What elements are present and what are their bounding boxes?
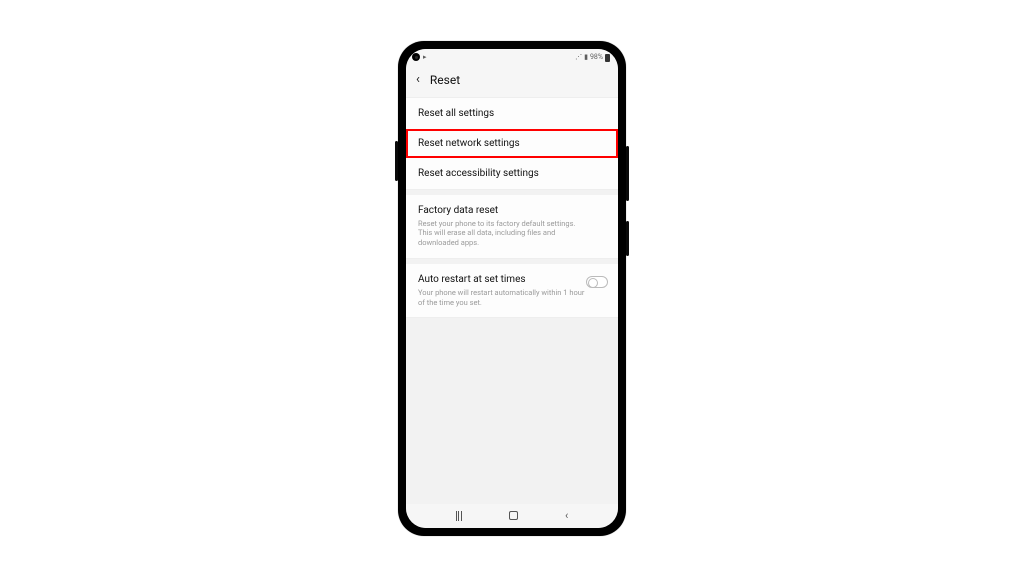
nav-back-icon[interactable]: ‹	[565, 509, 568, 522]
app-bar: ‹ Reset	[406, 65, 618, 98]
item-label: Auto restart at set times	[418, 274, 606, 285]
back-icon[interactable]: ‹	[416, 73, 420, 86]
signal-icon: ▮	[584, 53, 588, 61]
status-bar: ▸ ⋰ ▮ 98%	[406, 49, 618, 65]
auto-restart-toggle[interactable]	[586, 276, 608, 288]
wifi-icon: ⋰	[575, 53, 582, 61]
screen: ▸ ⋰ ▮ 98% ‹ Reset Reset all settings Res…	[406, 49, 618, 528]
nav-recents-icon[interactable]	[456, 511, 462, 521]
item-reset-network-settings[interactable]: Reset network settings	[406, 129, 618, 158]
page-title: Reset	[430, 73, 460, 87]
item-reset-accessibility-settings[interactable]: Reset accessibility settings	[406, 158, 618, 189]
side-button-power	[626, 221, 629, 256]
item-auto-restart[interactable]: Auto restart at set times Your phone wil…	[406, 264, 618, 318]
item-label: Reset accessibility settings	[418, 168, 606, 179]
navigation-bar: ‹	[406, 504, 618, 528]
item-factory-data-reset[interactable]: Factory data reset Reset your phone to i…	[406, 195, 618, 258]
item-description: Your phone will restart automatically wi…	[418, 288, 588, 308]
side-button-volume	[626, 146, 629, 201]
item-label: Factory data reset	[418, 205, 606, 216]
punch-hole-camera	[412, 53, 420, 61]
battery-pct: 98%	[590, 53, 603, 61]
item-label: Reset network settings	[418, 138, 606, 149]
phone-frame: ▸ ⋰ ▮ 98% ‹ Reset Reset all settings Res…	[398, 41, 626, 536]
item-label: Reset all settings	[418, 108, 606, 119]
side-button-left	[395, 141, 398, 181]
nav-home-icon[interactable]	[509, 511, 518, 520]
settings-list: Reset all settings Reset network setting…	[406, 98, 618, 504]
item-description: Reset your phone to its factory default …	[418, 219, 588, 248]
call-icon: ▸	[423, 53, 427, 61]
battery-icon	[605, 54, 610, 62]
item-reset-all-settings[interactable]: Reset all settings	[406, 98, 618, 129]
